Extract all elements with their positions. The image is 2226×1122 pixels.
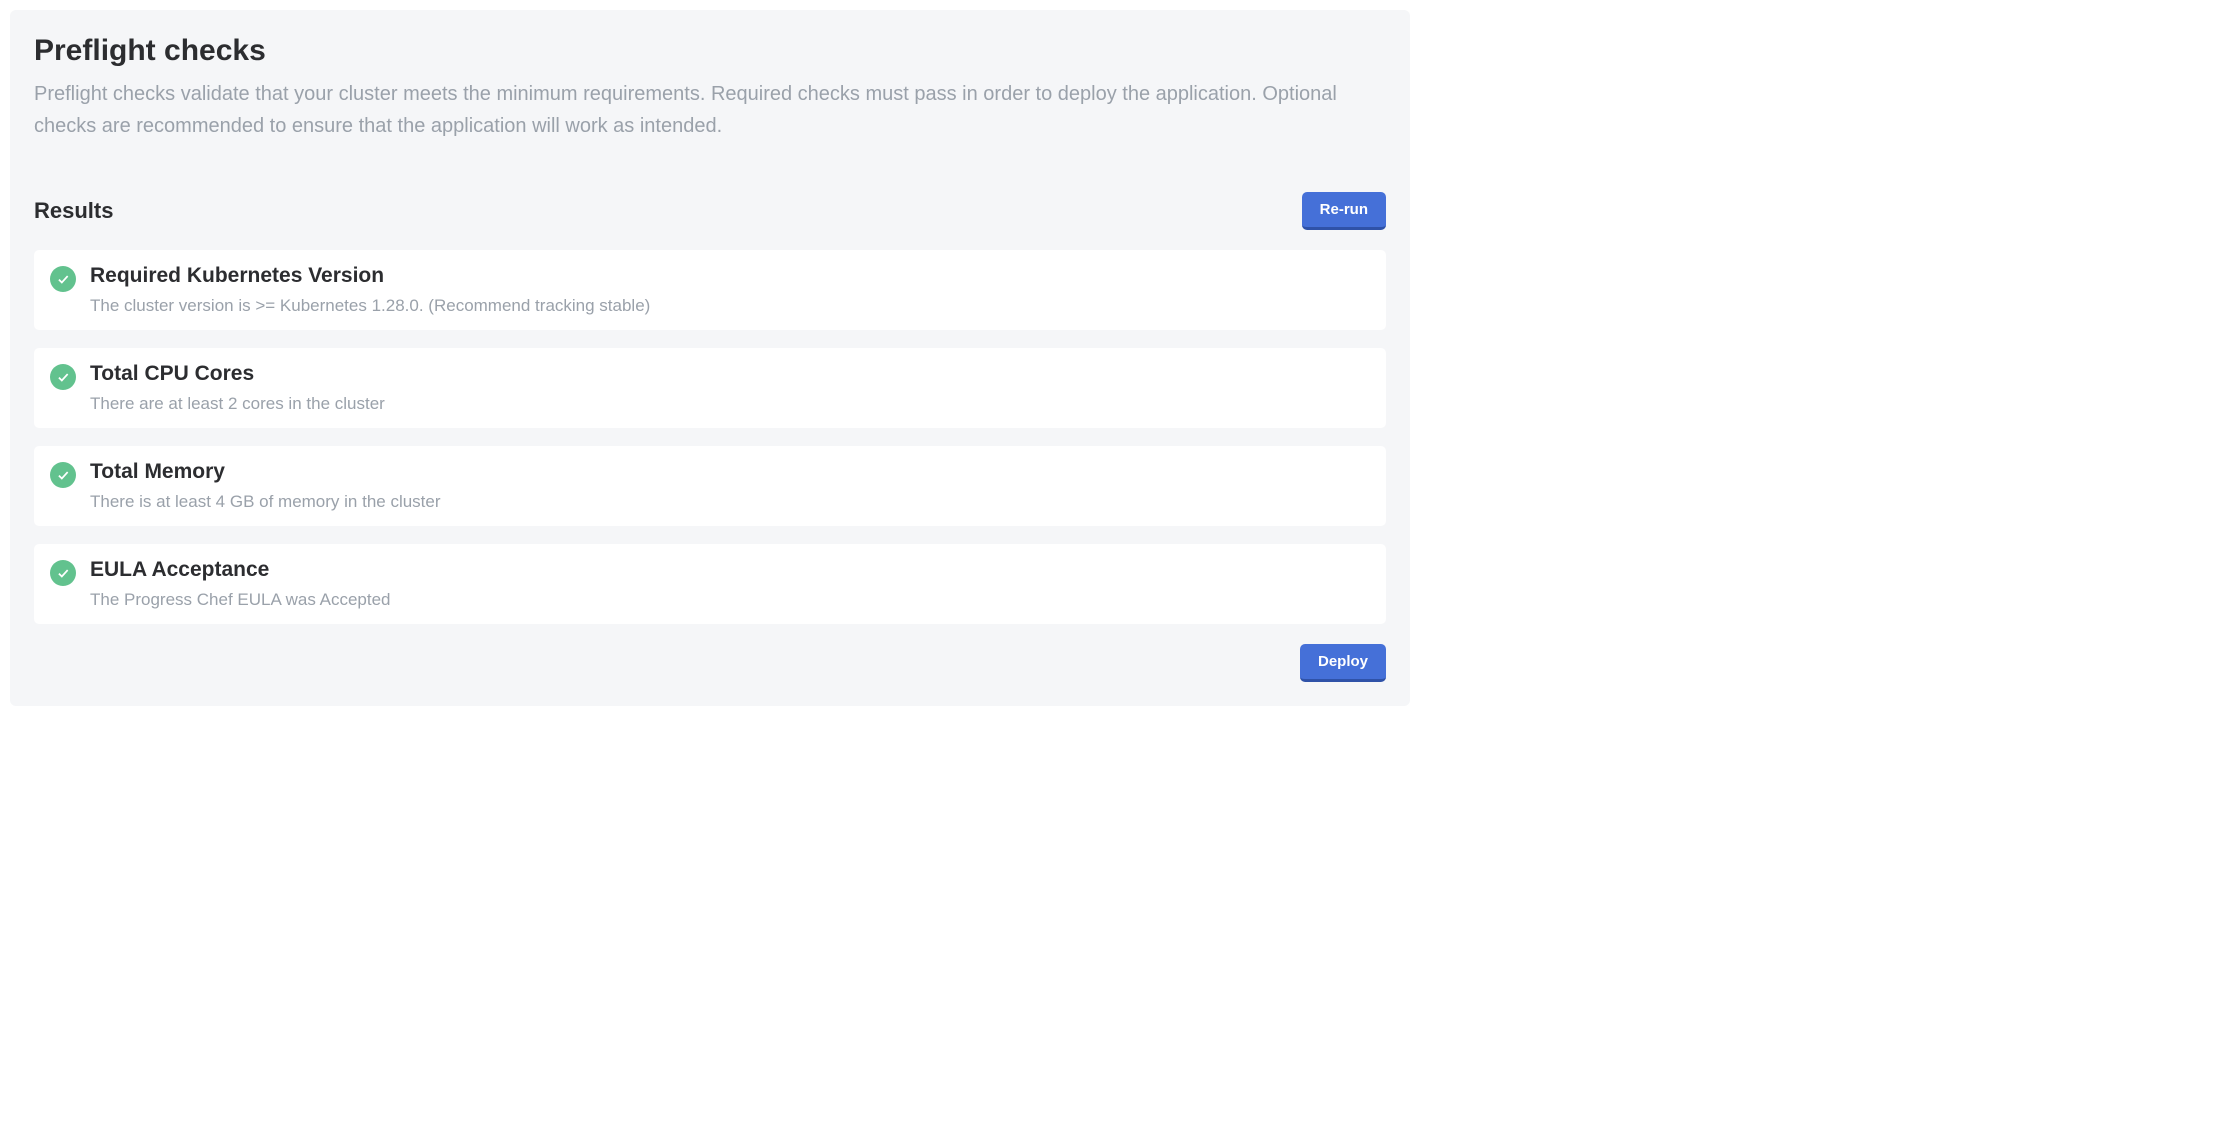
check-title: Total CPU Cores — [90, 362, 1370, 386]
check-card: Required Kubernetes Version The cluster v… — [34, 250, 1386, 330]
check-title: EULA Acceptance — [90, 558, 1370, 582]
check-detail: There is at least 4 GB of memory in the … — [90, 492, 1370, 512]
check-title: Required Kubernetes Version — [90, 264, 1370, 288]
footer-actions: Deploy — [34, 644, 1386, 682]
preflight-panel: Preflight checks Preflight checks valida… — [10, 10, 1410, 706]
check-pass-icon — [50, 364, 76, 390]
check-body: Required Kubernetes Version The cluster v… — [90, 264, 1370, 316]
check-card: Total CPU Cores There are at least 2 core… — [34, 348, 1386, 428]
check-detail: There are at least 2 cores in the cluste… — [90, 394, 1370, 414]
page-title: Preflight checks — [34, 34, 1386, 68]
check-detail: The Progress Chef EULA was Accepted — [90, 590, 1370, 610]
check-detail: The cluster version is >= Kubernetes 1.2… — [90, 296, 1370, 316]
check-pass-icon — [50, 266, 76, 292]
results-header: Results Re-run — [34, 192, 1386, 230]
check-body: EULA Acceptance The Progress Chef EULA wa… — [90, 558, 1370, 610]
check-pass-icon — [50, 560, 76, 586]
page-description: Preflight checks validate that your clus… — [34, 78, 1386, 142]
check-body: Total Memory There is at least 4 GB of me… — [90, 460, 1370, 512]
results-title: Results — [34, 198, 113, 224]
check-title: Total Memory — [90, 460, 1370, 484]
check-body: Total CPU Cores There are at least 2 core… — [90, 362, 1370, 414]
check-card: Total Memory There is at least 4 GB of me… — [34, 446, 1386, 526]
check-card: EULA Acceptance The Progress Chef EULA wa… — [34, 544, 1386, 624]
deploy-button[interactable]: Deploy — [1300, 644, 1386, 682]
rerun-button[interactable]: Re-run — [1302, 192, 1386, 230]
check-pass-icon — [50, 462, 76, 488]
checks-list: Required Kubernetes Version The cluster v… — [34, 250, 1386, 624]
